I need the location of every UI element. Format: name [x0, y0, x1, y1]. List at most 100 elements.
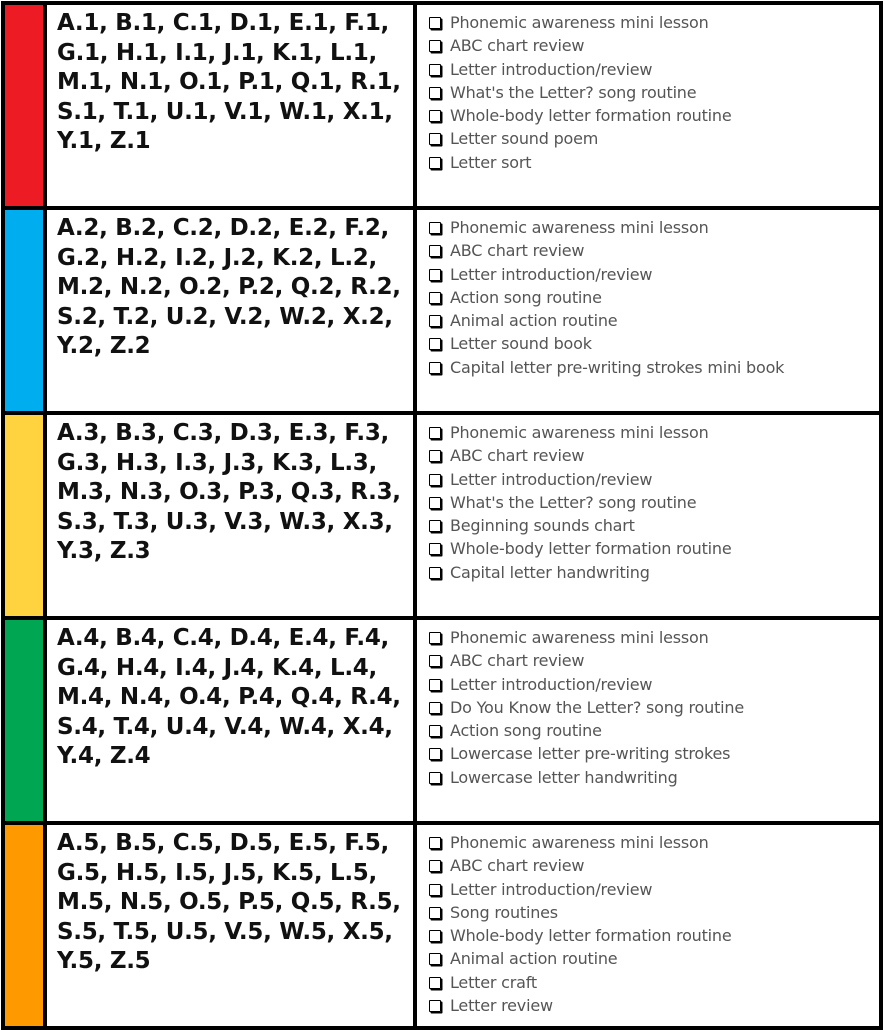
checkbox-icon[interactable] — [429, 40, 441, 53]
checklist-item: Song routines — [429, 901, 875, 924]
activity-checklist: Phonemic awareness mini lesson ABC chart … — [413, 821, 883, 1030]
checklist-item: Beginning sounds chart — [429, 514, 875, 537]
checklist-item-label: ABC chart review — [450, 446, 585, 466]
checkbox-icon[interactable] — [429, 450, 441, 463]
checklist-item: ABC chart review — [429, 34, 875, 57]
checklist-item: Letter introduction/review — [429, 673, 875, 696]
checkbox-icon[interactable] — [429, 17, 441, 29]
checkbox-icon[interactable] — [429, 156, 441, 169]
checklist-item: Whole-body letter formation routine — [429, 104, 875, 127]
lesson-row: A.1, B.1, C.1, D.1, E.1, F.1, G.1, H.1, … — [1, 1, 883, 210]
checkbox-icon[interactable] — [429, 632, 441, 644]
lesson-row: A.2, B.2, C.2, D.2, E.2, F.2, G.2, H.2, … — [1, 206, 883, 415]
checklist-item-label: Animal action routine — [450, 311, 618, 331]
checklist-item-label: Phonemic awareness mini lesson — [450, 13, 709, 32]
checklist-item-label: What's the Letter? song routine — [450, 492, 697, 512]
checklist-item: What's the Letter? song routine — [429, 491, 875, 514]
lesson-table: A.1, B.1, C.1, D.1, E.1, F.1, G.1, H.1, … — [1, 1, 883, 1030]
checkbox-icon[interactable] — [429, 222, 441, 234]
checklist-item-label: What's the Letter? song routine — [450, 82, 697, 102]
checkbox-icon[interactable] — [429, 427, 441, 439]
checklist-item-label: Phonemic awareness mini lesson — [450, 628, 709, 647]
checklist-item: Letter introduction/review — [429, 263, 875, 286]
checkbox-icon[interactable] — [429, 268, 441, 281]
checklist-item: Action song routine — [429, 286, 875, 309]
checklist-item: Capital letter pre-writing strokes mini … — [429, 356, 875, 379]
lesson-row: A.3, B.3, C.3, D.3, E.3, F.3, G.3, H.3, … — [1, 411, 883, 620]
checkbox-icon[interactable] — [429, 110, 441, 123]
checklist-item-label: Action song routine — [450, 287, 602, 307]
checkbox-icon[interactable] — [429, 63, 441, 76]
checklist-item-label: ABC chart review — [450, 241, 585, 261]
checklist-item-label: Letter sound book — [450, 334, 592, 354]
checkbox-icon[interactable] — [429, 771, 441, 784]
checklist-item-label: Letter introduction/review — [450, 59, 653, 79]
checklist-item-label: Letter sort — [450, 152, 532, 172]
checklist-item-label: ABC chart review — [450, 651, 585, 671]
checkbox-icon[interactable] — [429, 701, 441, 714]
checkbox-icon[interactable] — [429, 678, 441, 691]
checklist-item: ABC chart review — [429, 444, 875, 467]
checkbox-icon[interactable] — [429, 725, 441, 738]
checkbox-icon[interactable] — [429, 473, 441, 486]
checklist-item-label: Do You Know the Letter? song routine — [450, 697, 744, 717]
checklist-item-label: Phonemic awareness mini lesson — [450, 423, 709, 442]
checklist-item: Phonemic awareness mini lesson — [429, 626, 875, 649]
checkbox-icon[interactable] — [429, 133, 441, 146]
checklist-item: Phonemic awareness mini lesson — [429, 421, 875, 444]
checkbox-icon[interactable] — [429, 883, 441, 896]
checklist-item-label: Whole-body letter formation routine — [450, 926, 732, 946]
checkbox-icon[interactable] — [429, 566, 441, 579]
checklist-item: ABC chart review — [429, 649, 875, 672]
checklist-item-label: Capital letter handwriting — [450, 562, 650, 582]
checklist-item-label: ABC chart review — [450, 36, 585, 56]
checkbox-icon[interactable] — [429, 906, 441, 919]
color-band — [1, 206, 47, 415]
checkbox-icon[interactable] — [429, 361, 441, 374]
letter-codes: A.1, B.1, C.1, D.1, E.1, F.1, G.1, H.1, … — [43, 1, 417, 210]
checkbox-icon[interactable] — [429, 245, 441, 258]
checklist-item: Whole-body letter formation routine — [429, 537, 875, 560]
checkbox-icon[interactable] — [429, 953, 441, 966]
letter-codes: A.3, B.3, C.3, D.3, E.3, F.3, G.3, H.3, … — [43, 411, 417, 620]
checkbox-icon[interactable] — [429, 338, 441, 351]
checklist-item: Letter introduction/review — [429, 58, 875, 81]
checklist-item: Phonemic awareness mini lesson — [429, 216, 875, 239]
checkbox-icon[interactable] — [429, 86, 441, 99]
checkbox-icon[interactable] — [429, 496, 441, 509]
checklist-item-label: Capital letter pre-writing strokes mini … — [450, 357, 785, 377]
checklist-item: Whole-body letter formation routine — [429, 924, 875, 947]
color-band — [1, 821, 47, 1030]
checklist-item: Capital letter handwriting — [429, 561, 875, 584]
checklist-item-label: Letter introduction/review — [450, 264, 653, 284]
checkbox-icon[interactable] — [429, 315, 441, 328]
checklist-item-label: Action song routine — [450, 721, 602, 741]
checkbox-icon[interactable] — [429, 837, 441, 849]
activity-checklist: Phonemic awareness mini lesson ABC chart … — [413, 616, 883, 825]
checklist-item: Animal action routine — [429, 309, 875, 332]
checklist-item-label: Letter review — [450, 996, 553, 1016]
checklist-item: Letter sound book — [429, 332, 875, 355]
checklist-item-label: Phonemic awareness mini lesson — [450, 833, 709, 852]
checkbox-icon[interactable] — [429, 976, 441, 989]
checklist-item-label: ABC chart review — [450, 856, 585, 876]
checkbox-icon[interactable] — [429, 520, 441, 533]
checklist-item-label: Letter introduction/review — [450, 674, 653, 694]
checkbox-icon[interactable] — [429, 655, 441, 668]
color-band — [1, 1, 47, 210]
checkbox-icon[interactable] — [429, 291, 441, 304]
checkbox-icon[interactable] — [429, 543, 441, 556]
checklist-item: Lowercase letter handwriting — [429, 766, 875, 789]
checkbox-icon[interactable] — [429, 860, 441, 873]
activity-checklist: Phonemic awareness mini lesson ABC chart … — [413, 206, 883, 415]
letter-codes: A.2, B.2, C.2, D.2, E.2, F.2, G.2, H.2, … — [43, 206, 417, 415]
color-band — [1, 616, 47, 825]
checkbox-icon[interactable] — [429, 1000, 441, 1013]
checklist-item: ABC chart review — [429, 854, 875, 877]
checklist-item: Phonemic awareness mini lesson — [429, 11, 875, 34]
checkbox-icon[interactable] — [429, 748, 441, 761]
checklist-item: Letter craft — [429, 971, 875, 994]
checklist-item-label: Song routines — [450, 902, 558, 922]
checkbox-icon[interactable] — [429, 930, 441, 943]
checklist-item-label: Phonemic awareness mini lesson — [450, 218, 709, 237]
